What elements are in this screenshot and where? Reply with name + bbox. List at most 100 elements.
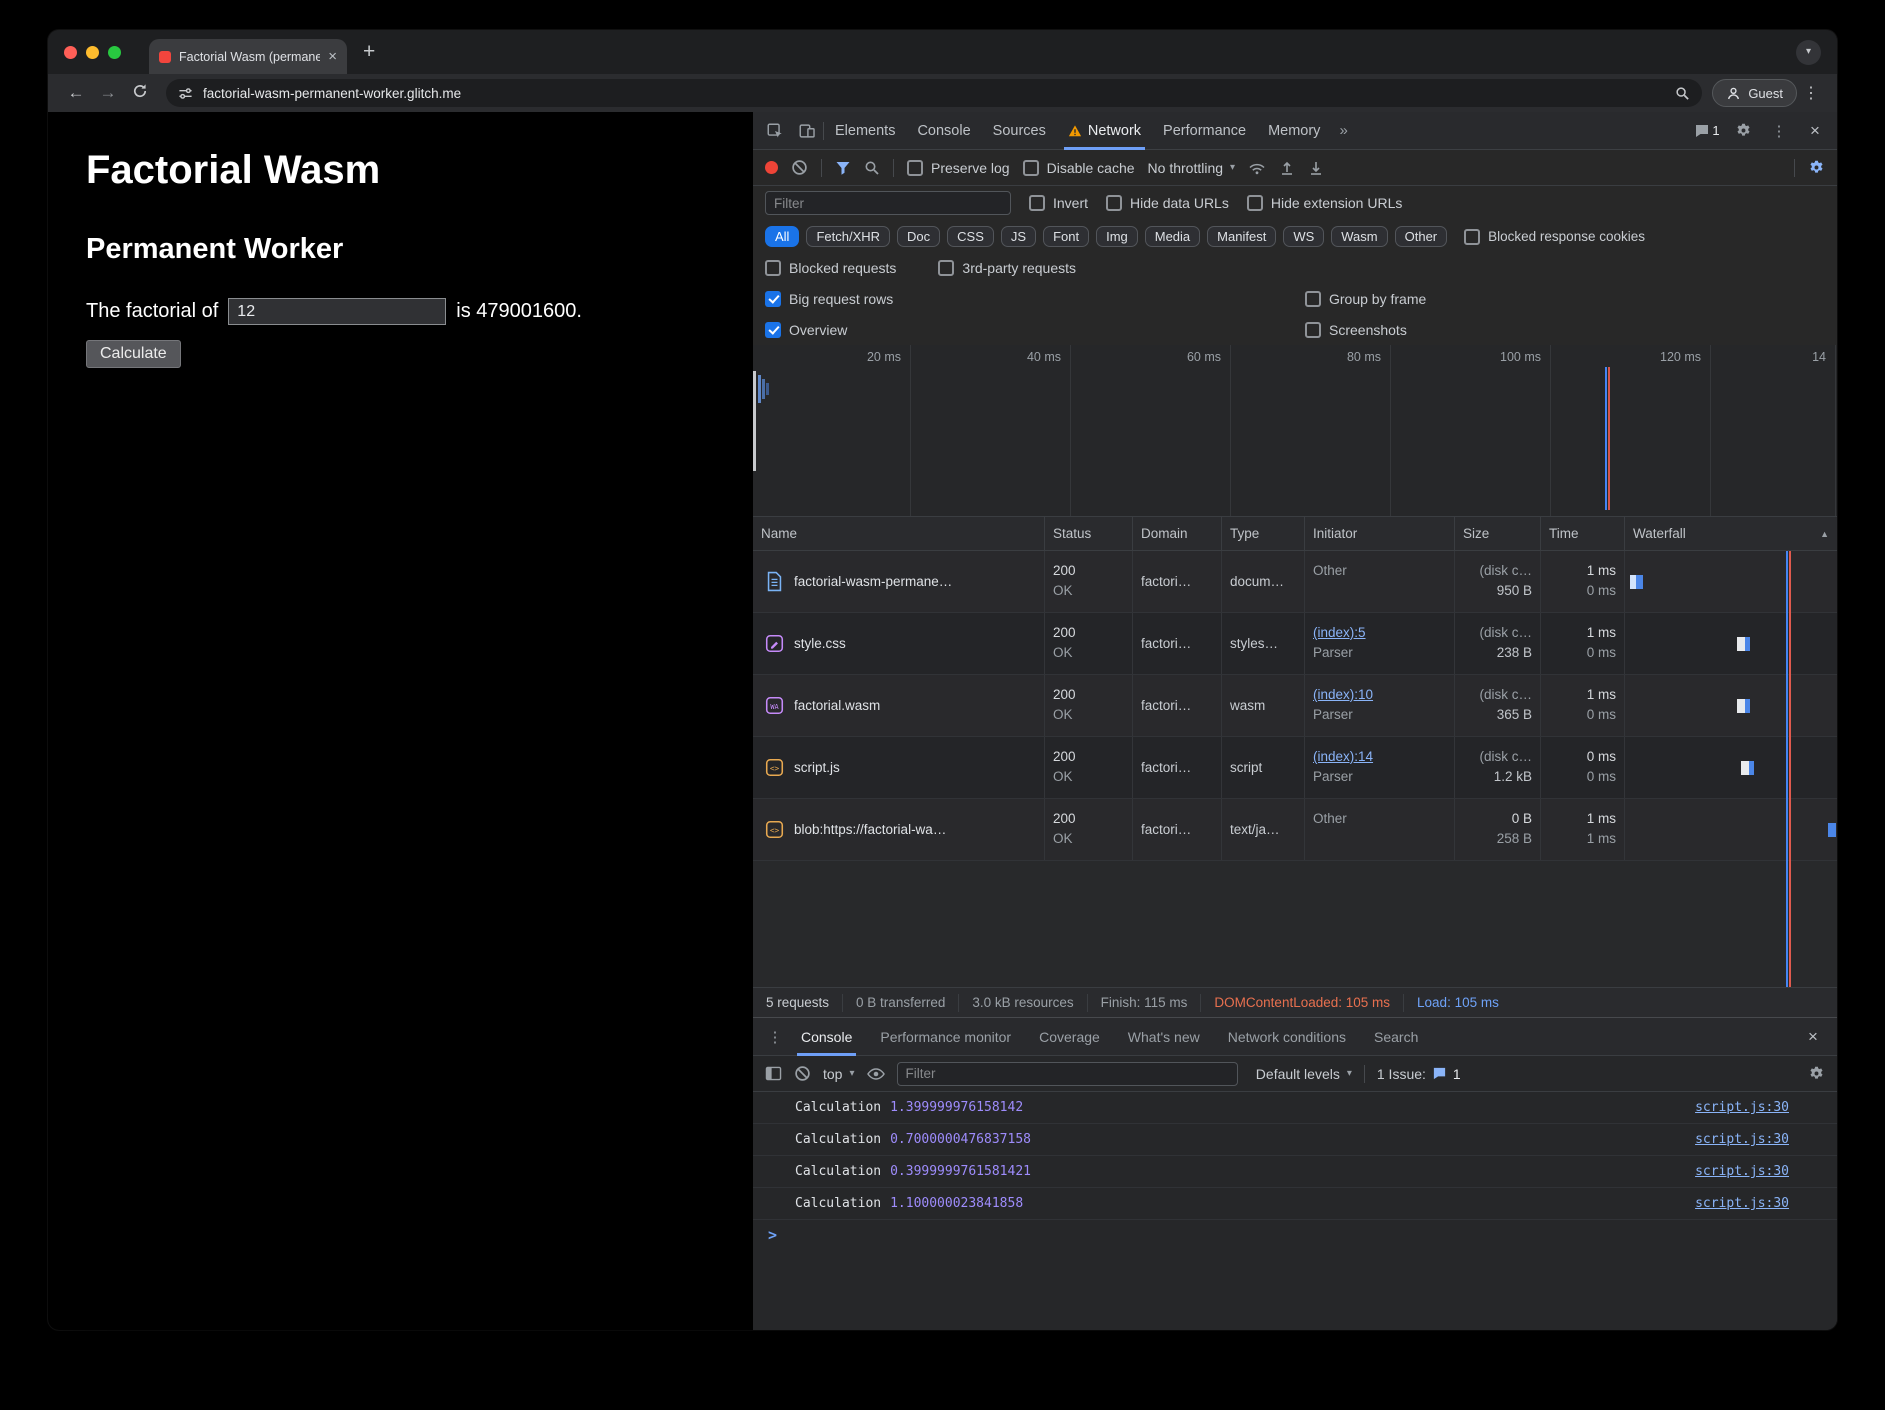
browser-menu-kebab[interactable]: ⋮ <box>1797 83 1825 103</box>
tab-elements[interactable]: Elements <box>824 112 906 150</box>
source-link[interactable]: script.js:30 <box>1695 1164 1789 1179</box>
source-link[interactable]: script.js:30 <box>1695 1100 1789 1115</box>
factorial-number-input[interactable] <box>228 298 446 325</box>
timeline-left-handle[interactable] <box>753 371 756 471</box>
big-request-rows-checkbox[interactable]: Big request rows <box>765 291 1305 307</box>
console-messages-badge[interactable]: 1 <box>1691 116 1723 146</box>
invert-checkbox[interactable]: Invert <box>1029 195 1088 211</box>
default-levels-select[interactable]: Default levels▾ <box>1256 1066 1352 1082</box>
drawer-tab-network-conditions[interactable]: Network conditions <box>1214 1018 1360 1056</box>
preserve-log-checkbox[interactable]: Preserve log <box>907 160 1010 176</box>
filter-chip-fetch-xhr[interactable]: Fetch/XHR <box>806 226 890 247</box>
network-request-row[interactable]: <> blob:https://factorial-wa… 200 OK fac… <box>753 799 1837 861</box>
new-tab-button[interactable]: + <box>363 40 375 64</box>
source-link[interactable]: script.js:30 <box>1695 1132 1789 1147</box>
devtools-menu-kebab[interactable]: ⋮ <box>1763 116 1795 146</box>
import-har-icon[interactable] <box>1308 160 1324 176</box>
filter-chip-all[interactable]: All <box>765 226 799 247</box>
initiator-link[interactable]: (index):5 <box>1313 623 1446 643</box>
record-button[interactable] <box>765 161 778 174</box>
overview-checkbox[interactable]: Overview <box>765 322 1305 338</box>
drawer-tab-coverage[interactable]: Coverage <box>1025 1018 1114 1056</box>
network-request-row[interactable]: <> script.js 200 OK factori… script (ind… <box>753 737 1837 799</box>
issues-counter[interactable]: 1 Issue: 1 <box>1377 1066 1461 1082</box>
network-request-row[interactable]: WA factorial.wasm 200 OK factori… wasm (… <box>753 675 1837 737</box>
column-header-waterfall[interactable]: Waterfall ▲ <box>1625 517 1837 550</box>
network-filter-input[interactable] <box>765 191 1011 215</box>
column-header-type[interactable]: Type <box>1222 517 1305 550</box>
devtools-settings-icon[interactable] <box>1727 116 1759 146</box>
drawer-tab-performance-monitor[interactable]: Performance monitor <box>866 1018 1025 1056</box>
console-context-select[interactable]: top▾ <box>823 1066 855 1082</box>
blocked-response-cookies-checkbox[interactable]: Blocked response cookies <box>1464 229 1645 245</box>
tab-memory[interactable]: Memory <box>1257 112 1331 150</box>
column-header-time[interactable]: Time <box>1541 517 1625 550</box>
calculate-button[interactable]: Calculate <box>86 340 181 368</box>
url-bar[interactable]: factorial-wasm-permanent-worker.glitch.m… <box>166 79 1702 107</box>
network-request-row[interactable]: style.css 200 OK factori… styles… (index… <box>753 613 1837 675</box>
tab-network[interactable]: Network <box>1057 112 1152 150</box>
blocked-requests-checkbox[interactable]: Blocked requests <box>765 260 896 276</box>
tab-close-icon[interactable]: × <box>328 49 337 64</box>
filter-chip-manifest[interactable]: Manifest <box>1207 226 1276 247</box>
filter-chip-js[interactable]: JS <box>1001 226 1036 247</box>
filter-chip-wasm[interactable]: Wasm <box>1331 226 1387 247</box>
initiator-link[interactable]: (index):10 <box>1313 685 1446 705</box>
filter-chip-doc[interactable]: Doc <box>897 226 940 247</box>
site-info-icon[interactable] <box>178 86 193 101</box>
device-toolbar-icon[interactable] <box>791 116 823 146</box>
drawer-tab-console[interactable]: Console <box>787 1018 866 1056</box>
console-settings-gear-icon[interactable] <box>1808 1065 1825 1082</box>
clear-network-log-icon[interactable] <box>791 159 808 176</box>
network-overview-timeline[interactable]: 20 ms 40 ms 60 ms 80 ms 100 ms 120 ms 14 <box>753 345 1837 517</box>
group-by-frame-checkbox[interactable]: Group by frame <box>1305 291 1426 307</box>
zoom-icon[interactable] <box>1675 86 1690 101</box>
export-har-icon[interactable] <box>1279 160 1295 176</box>
forward-button[interactable]: → <box>92 83 124 103</box>
throttling-select[interactable]: No throttling▾ <box>1148 160 1236 176</box>
column-header-name[interactable]: Name <box>753 517 1045 550</box>
drawer-tab-whats-new[interactable]: What's new <box>1114 1018 1214 1056</box>
tab-console[interactable]: Console <box>906 112 981 150</box>
console-filter-input[interactable] <box>897 1062 1238 1086</box>
filter-chip-font[interactable]: Font <box>1043 226 1089 247</box>
tab-performance[interactable]: Performance <box>1152 112 1257 150</box>
devtools-close-icon[interactable]: × <box>1799 116 1831 146</box>
profile-chip[interactable]: Guest <box>1712 79 1797 107</box>
column-header-status[interactable]: Status <box>1045 517 1133 550</box>
traffic-light-close[interactable] <box>64 46 77 59</box>
column-header-initiator[interactable]: Initiator <box>1305 517 1455 550</box>
more-tabs-icon[interactable]: » <box>1331 122 1355 139</box>
eye-icon[interactable] <box>867 1067 885 1081</box>
back-button[interactable]: ← <box>60 83 92 103</box>
filter-chip-media[interactable]: Media <box>1145 226 1200 247</box>
filter-toggle-icon[interactable] <box>835 160 851 176</box>
hide-data-urls-checkbox[interactable]: Hide data URLs <box>1106 195 1229 211</box>
column-header-domain[interactable]: Domain <box>1133 517 1222 550</box>
network-conditions-icon[interactable] <box>1248 160 1266 176</box>
network-settings-gear-icon[interactable] <box>1808 159 1825 176</box>
drawer-close-icon[interactable]: × <box>1799 1027 1827 1047</box>
filter-chip-css[interactable]: CSS <box>947 226 994 247</box>
source-link[interactable]: script.js:30 <box>1695 1196 1789 1211</box>
search-network-icon[interactable] <box>864 160 880 176</box>
drawer-tab-search[interactable]: Search <box>1360 1018 1432 1056</box>
inspect-element-icon[interactable] <box>759 116 791 146</box>
disable-cache-checkbox[interactable]: Disable cache <box>1023 160 1135 176</box>
filter-chip-other[interactable]: Other <box>1395 226 1448 247</box>
filter-chip-img[interactable]: Img <box>1096 226 1138 247</box>
traffic-light-minimize[interactable] <box>86 46 99 59</box>
browser-tab[interactable]: Factorial Wasm (permanent W × <box>149 39 347 74</box>
filter-chip-ws[interactable]: WS <box>1283 226 1324 247</box>
traffic-light-fullscreen[interactable] <box>108 46 121 59</box>
clear-console-icon[interactable] <box>794 1065 811 1082</box>
third-party-requests-checkbox[interactable]: 3rd-party requests <box>938 260 1076 276</box>
column-header-size[interactable]: Size <box>1455 517 1541 550</box>
network-request-row[interactable]: factorial-wasm-permane… 200 OK factori… … <box>753 551 1837 613</box>
console-sidebar-toggle-icon[interactable] <box>765 1066 782 1081</box>
tab-search-button[interactable]: ▾ <box>1796 40 1821 65</box>
initiator-link[interactable]: (index):14 <box>1313 747 1446 767</box>
tab-sources[interactable]: Sources <box>982 112 1057 150</box>
screenshots-checkbox[interactable]: Screenshots <box>1305 322 1407 338</box>
reload-button[interactable] <box>124 83 156 104</box>
